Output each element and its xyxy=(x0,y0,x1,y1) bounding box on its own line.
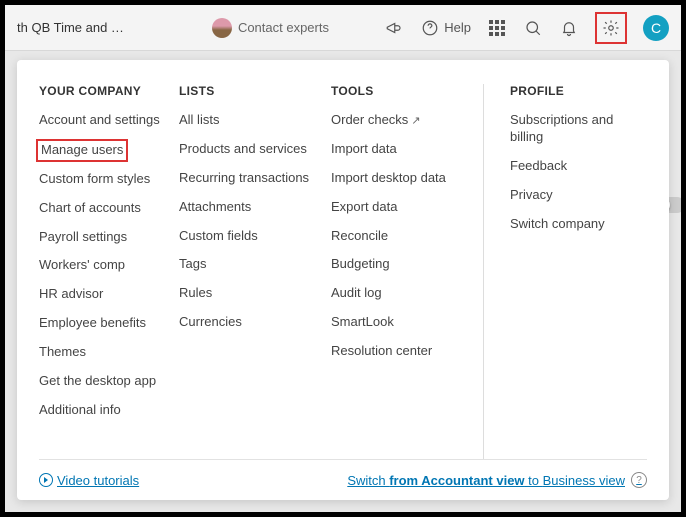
item-custom-form-styles[interactable]: Custom form styles xyxy=(39,171,179,188)
item-products-services[interactable]: Products and services xyxy=(179,141,331,158)
help-button[interactable]: Help xyxy=(420,18,471,38)
avatar-letter: C xyxy=(651,20,661,36)
switch-prefix: Switch xyxy=(347,473,389,488)
megaphone-icon[interactable] xyxy=(384,18,404,38)
switch-mid: to xyxy=(525,473,543,488)
item-feedback[interactable]: Feedback xyxy=(510,158,643,175)
expert-avatar-icon xyxy=(212,18,232,38)
item-order-checks[interactable]: Order checks↗ xyxy=(331,112,483,129)
item-budgeting[interactable]: Budgeting xyxy=(331,256,483,273)
contact-experts[interactable]: Contact experts xyxy=(212,18,329,38)
column-header-company: YOUR COMPANY xyxy=(39,84,179,98)
item-get-desktop-app[interactable]: Get the desktop app xyxy=(39,373,179,390)
item-smartlook[interactable]: SmartLook xyxy=(331,314,483,331)
help-circle-icon[interactable]: ? xyxy=(631,472,647,488)
item-audit-log[interactable]: Audit log xyxy=(331,285,483,302)
page-title: th QB Time and … xyxy=(17,20,124,35)
video-tutorials-link[interactable]: Video tutorials xyxy=(39,473,139,488)
external-link-icon: ↗ xyxy=(411,115,420,127)
item-themes[interactable]: Themes xyxy=(39,344,179,361)
help-icon xyxy=(420,18,440,38)
item-custom-fields[interactable]: Custom fields xyxy=(179,228,331,245)
contact-experts-label: Contact experts xyxy=(238,20,329,35)
help-label: Help xyxy=(444,20,471,35)
item-manage-users[interactable]: Manage users xyxy=(39,142,125,159)
item-resolution-center[interactable]: Resolution center xyxy=(331,343,483,360)
item-hr-advisor[interactable]: HR advisor xyxy=(39,286,179,303)
item-workers-comp[interactable]: Workers' comp xyxy=(39,257,179,274)
settings-panel: YOUR COMPANY Account and settings Manage… xyxy=(17,60,669,500)
item-all-lists[interactable]: All lists xyxy=(179,112,331,129)
item-recurring-transactions[interactable]: Recurring transactions xyxy=(179,170,331,187)
search-icon[interactable] xyxy=(523,18,543,38)
apps-icon[interactable] xyxy=(487,18,507,38)
item-payroll-settings[interactable]: Payroll settings xyxy=(39,229,179,246)
item-rules[interactable]: Rules xyxy=(179,285,331,302)
gear-icon[interactable] xyxy=(601,18,621,38)
bell-icon[interactable] xyxy=(559,18,579,38)
video-tutorials-label: Video tutorials xyxy=(57,473,139,488)
item-import-data[interactable]: Import data xyxy=(331,141,483,158)
switch-view-link[interactable]: Switch from Accountant view to Business … xyxy=(347,472,647,488)
column-header-lists: LISTS xyxy=(179,84,331,98)
switch-to: Business view xyxy=(543,473,625,488)
item-tags[interactable]: Tags xyxy=(179,256,331,273)
top-bar: th QB Time and … Contact experts Help xyxy=(5,5,681,51)
panel-footer: Video tutorials Switch from Accountant v… xyxy=(39,459,647,488)
item-reconcile[interactable]: Reconcile xyxy=(331,228,483,245)
order-checks-label: Order checks xyxy=(331,112,408,127)
column-your-company: YOUR COMPANY Account and settings Manage… xyxy=(39,84,179,459)
column-profile: PROFILE Subscriptions and billing Feedba… xyxy=(483,84,643,459)
switch-from: from Accountant view xyxy=(389,473,524,488)
column-tools: TOOLS Order checks↗ Import data Import d… xyxy=(331,84,483,459)
settings-highlight xyxy=(595,12,627,44)
item-export-data[interactable]: Export data xyxy=(331,199,483,216)
column-lists: LISTS All lists Products and services Re… xyxy=(179,84,331,459)
user-avatar[interactable]: C xyxy=(643,15,669,41)
column-header-tools: TOOLS xyxy=(331,84,483,98)
item-additional-info[interactable]: Additional info xyxy=(39,402,179,419)
item-account-and-settings[interactable]: Account and settings xyxy=(39,112,179,129)
item-subscriptions-billing[interactable]: Subscriptions and billing xyxy=(510,112,643,146)
column-header-profile: PROFILE xyxy=(510,84,643,98)
item-switch-company[interactable]: Switch company xyxy=(510,216,643,233)
item-employee-benefits[interactable]: Employee benefits xyxy=(39,315,179,332)
item-currencies[interactable]: Currencies xyxy=(179,314,331,331)
item-attachments[interactable]: Attachments xyxy=(179,199,331,216)
item-chart-of-accounts[interactable]: Chart of accounts xyxy=(39,200,179,217)
item-import-desktop-data[interactable]: Import desktop data xyxy=(331,170,483,187)
item-privacy[interactable]: Privacy xyxy=(510,187,643,204)
play-icon xyxy=(39,473,53,487)
